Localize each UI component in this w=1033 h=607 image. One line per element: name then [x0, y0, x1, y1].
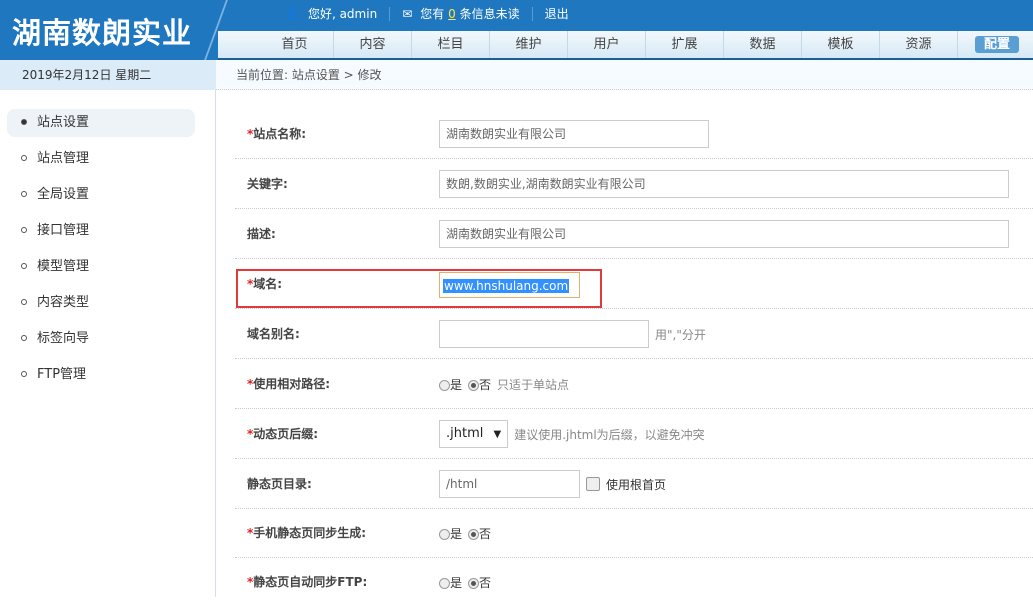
tab-config[interactable]: 配置	[958, 31, 1033, 58]
radio-no[interactable]	[468, 528, 480, 540]
sidebar-item-site-manage[interactable]: 站点管理	[7, 145, 195, 173]
bullet-icon	[21, 226, 27, 233]
sidebar-item-content-type[interactable]: 内容类型	[7, 289, 195, 317]
row-ftp-sync: *静态页自动同步FTP: 是否	[247, 575, 492, 590]
radio-no[interactable]	[468, 379, 480, 391]
row-suffix: *动态页后缀: .jhtml ▼ 建议使用.jhtml为后缀，以避免冲突	[235, 409, 1033, 459]
bullet-icon	[21, 370, 27, 377]
static-dir-input[interactable]: /html	[439, 470, 580, 498]
tab-data[interactable]: 数据	[724, 31, 802, 58]
bullet-icon	[21, 154, 27, 161]
greeting: 您好, admin	[307, 7, 378, 21]
tab-users[interactable]: 用户	[568, 31, 646, 58]
radio-yes[interactable]	[439, 379, 450, 391]
bullet-icon	[21, 190, 27, 197]
bullet-icon	[21, 334, 27, 341]
tab-content[interactable]: 内容	[334, 31, 412, 58]
radio-yes[interactable]	[439, 577, 450, 589]
breadcrumb: 当前位置: 站点设置 > 修改	[216, 60, 1033, 90]
tab-home[interactable]: 首页	[256, 31, 334, 58]
bullet-icon	[21, 262, 27, 269]
site-name-input[interactable]: 湖南数朗实业有限公司	[439, 120, 709, 148]
row-static-dir: 静态页目录: /html 使用根首页	[235, 459, 1033, 509]
main-nav: 首页 内容 栏目 维护 用户 扩展 数据 模板 资源 配置	[218, 31, 1033, 61]
row-mobile-sync: *手机静态页同步生成: 是否	[235, 508, 1033, 558]
dropdown-arrow-icon: ▼	[493, 429, 502, 440]
mail-icon: ✉	[402, 6, 413, 21]
logo: 湖南数朗实业	[12, 16, 193, 50]
row-relative-path: *使用相对路径: 是否只适于单站点	[235, 359, 1033, 409]
tab-resource[interactable]: 资源	[880, 31, 958, 58]
row-description: 描述: 湖南数朗实业有限公司	[235, 209, 1033, 259]
tab-maintain[interactable]: 维护	[490, 31, 568, 58]
bullet-icon	[21, 298, 27, 305]
tab-template[interactable]: 模板	[802, 31, 880, 58]
logout-link[interactable]: 退出	[545, 5, 569, 22]
top-bar: 👤 您好, admin ✉ 您有 0 条信息未读 退出	[285, 5, 569, 22]
root-index-checkbox[interactable]	[586, 477, 600, 491]
suffix-select[interactable]: .jhtml ▼	[439, 420, 509, 448]
row-keywords: 关键字: 数朗,数朗实业,湖南数朗实业有限公司	[235, 159, 1033, 209]
bullet-icon	[21, 118, 27, 125]
row-site-name: *站点名称: 湖南数朗实业有限公司	[235, 109, 1033, 159]
sidebar-item-model[interactable]: 模型管理	[7, 253, 195, 281]
alias-input[interactable]	[439, 320, 649, 348]
tab-extend[interactable]: 扩展	[646, 31, 724, 58]
description-input[interactable]: 湖南数朗实业有限公司	[439, 220, 1009, 248]
row-alias: 域名别名: 用","分开	[235, 309, 1033, 359]
sidebar-item-site-settings[interactable]: 站点设置	[7, 109, 195, 137]
sidebar-item-global[interactable]: 全局设置	[7, 181, 195, 209]
user-icon: 👤	[285, 6, 300, 21]
sidebar-item-api[interactable]: 接口管理	[7, 217, 195, 245]
message-count[interactable]: 0	[448, 7, 456, 21]
highlight-box	[236, 269, 602, 308]
sidebar-item-ftp[interactable]: FTP管理	[7, 361, 195, 389]
date: 2019年2月12日 星期二	[0, 60, 216, 90]
keywords-input[interactable]: 数朗,数朗实业,湖南数朗实业有限公司	[439, 170, 1009, 198]
messages-link[interactable]: 您有 0 条信息未读	[420, 5, 519, 22]
tab-channel[interactable]: 栏目	[412, 31, 490, 58]
radio-no[interactable]	[468, 577, 480, 589]
sidebar-item-tag-wizard[interactable]: 标签向导	[7, 325, 195, 353]
radio-yes[interactable]	[439, 528, 450, 540]
sidebar: 站点设置 站点管理 全局设置 接口管理 模型管理 内容类型 标签向导 FTP管理	[0, 90, 216, 597]
